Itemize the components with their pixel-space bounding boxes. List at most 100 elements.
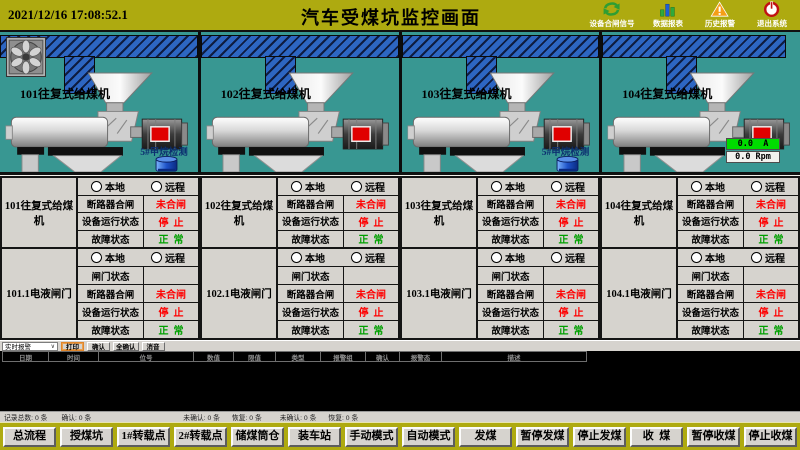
status-label: 故障状态 (78, 231, 144, 248)
feeder-control-block: 101往复式给煤机本地远程断路器合闸未合闸设备运行状态停 止故障状态正 常 (2, 178, 198, 249)
status-label: 设备运行状态 (678, 213, 744, 230)
control-column-104: 104往复式给煤机本地远程断路器合闸未合闸设备运行状态停 止故障状态正 常104… (600, 176, 800, 340)
remote-radio-label: 远程 (165, 250, 185, 265)
remote-radio-circle[interactable] (151, 181, 162, 192)
status-row: 故障状态正 常 (678, 321, 798, 338)
status-label: 闸门状态 (478, 267, 544, 284)
remote-radio-label: 远程 (365, 179, 385, 194)
device-close-signal-button[interactable]: 设备合闸信号 (582, 1, 642, 29)
remote-radio-circle[interactable] (551, 181, 562, 192)
remote-radio-circle[interactable] (751, 181, 762, 192)
remote-radio[interactable]: 远程 (751, 179, 785, 194)
remote-radio[interactable]: 远程 (151, 250, 185, 265)
status-label: 设备运行状态 (278, 303, 344, 320)
nav-button-3[interactable]: 2#转载点 (174, 427, 227, 447)
remote-radio-circle[interactable] (151, 252, 162, 263)
feeder-panel-102: 102往复式给煤机 (201, 32, 402, 172)
local-radio[interactable]: 本地 (91, 179, 125, 194)
remote-radio[interactable]: 远程 (551, 250, 585, 265)
exit-system-button[interactable]: 退出系统 (746, 1, 798, 29)
ceiling-beam (402, 35, 600, 58)
valve-name: 101.1电液闸门 (2, 249, 78, 338)
local-radio[interactable]: 本地 (491, 250, 525, 265)
alarm-status-item: 恢复: 0 条 (328, 412, 358, 422)
motor-meters: 0.0 A 0.0 Rpm (726, 138, 780, 164)
local-radio-circle[interactable] (491, 181, 502, 192)
nav-button-13[interactable]: 停止收煤 (744, 427, 797, 447)
status-value: 正 常 (744, 321, 798, 338)
remote-radio[interactable]: 远程 (551, 179, 585, 194)
page-title: 汽车受煤坑监控画面 (301, 4, 481, 30)
local-radio-circle[interactable] (91, 252, 102, 263)
status-label: 故障状态 (78, 321, 144, 338)
status-value: 正 常 (144, 231, 198, 248)
remote-radio[interactable]: 远程 (351, 250, 385, 265)
status-value: 正 常 (544, 231, 598, 248)
alarm-ack-all-button[interactable]: 全确认 (113, 342, 139, 351)
remote-radio-circle[interactable] (751, 252, 762, 263)
status-label: 故障状态 (678, 321, 744, 338)
nav-button-10[interactable]: 停止发煤 (573, 427, 626, 447)
nav-button-6[interactable]: 手动模式 (345, 427, 398, 447)
alarm-status-item: 未确认: 0 条 (183, 412, 220, 422)
local-radio[interactable]: 本地 (691, 250, 725, 265)
status-label: 设备运行状态 (278, 213, 344, 230)
remote-radio[interactable]: 远程 (751, 250, 785, 265)
remote-radio-circle[interactable] (351, 252, 362, 263)
alarm-mute-button[interactable]: 消音 (142, 342, 165, 351)
methane-sensor-icon (153, 155, 180, 172)
ceiling-beam (201, 35, 399, 58)
status-label: 断路器合闸 (678, 196, 744, 213)
local-radio[interactable]: 本地 (291, 179, 325, 194)
remote-radio-circle[interactable] (351, 181, 362, 192)
nav-button-5[interactable]: 装车站 (288, 427, 341, 447)
local-radio[interactable]: 本地 (291, 250, 325, 265)
local-radio-circle[interactable] (291, 181, 302, 192)
local-radio-circle[interactable] (491, 252, 502, 263)
local-radio[interactable]: 本地 (91, 250, 125, 265)
local-radio-label: 本地 (705, 179, 725, 194)
local-radio-label: 本地 (705, 250, 725, 265)
nav-button-4[interactable]: 储煤筒仓 (231, 427, 284, 447)
nav-button-7[interactable]: 自动模式 (402, 427, 455, 447)
data-report-button[interactable]: 数据报表 (642, 1, 694, 29)
mode-radio-row: 本地 远程 (678, 178, 798, 196)
local-radio-circle[interactable] (691, 252, 702, 263)
local-radio[interactable]: 本地 (691, 179, 725, 194)
nav-button-9[interactable]: 暂停发煤 (516, 427, 569, 447)
status-label: 故障状态 (278, 321, 344, 338)
remote-radio[interactable]: 远程 (351, 179, 385, 194)
mode-radio-row: 本地 远程 (478, 178, 598, 196)
status-row: 设备运行状态停 止 (78, 303, 198, 321)
local-radio-circle[interactable] (691, 181, 702, 192)
status-label: 断路器合闸 (278, 285, 344, 302)
methane-sensor-icon (554, 155, 581, 172)
status-value (544, 267, 598, 284)
history-alarm-button[interactable]: 历史报警 (694, 1, 746, 29)
local-radio[interactable]: 本地 (491, 179, 525, 194)
feeder-panel-101: 101往复式给煤机 5#甲烷检测 (0, 32, 201, 172)
control-column-101: 101往复式给煤机本地远程断路器合闸未合闸设备运行状态停 止故障状态正 常101… (0, 176, 200, 340)
status-row: 故障状态正 常 (278, 321, 398, 338)
nav-button-12[interactable]: 暂停收煤 (687, 427, 740, 447)
alarm-print-button[interactable]: 打印 (61, 342, 84, 351)
status-row: 故障状态正 常 (478, 321, 598, 338)
alarm-column-header: 报警态 (400, 351, 442, 362)
nav-button-0[interactable]: 总流程 (3, 427, 56, 447)
local-radio-label: 本地 (305, 250, 325, 265)
local-radio-circle[interactable] (91, 181, 102, 192)
alarm-ack-button[interactable]: 确认 (87, 342, 110, 351)
local-radio-circle[interactable] (291, 252, 302, 263)
status-value: 停 止 (744, 213, 798, 230)
nav-button-8[interactable]: 发煤 (459, 427, 512, 447)
warning-triangle-icon (710, 1, 729, 17)
remote-radio-circle[interactable] (551, 252, 562, 263)
remote-radio[interactable]: 远程 (151, 179, 185, 194)
status-row: 闸门状态 (478, 267, 598, 285)
alarm-column-header: 限值 (234, 351, 276, 362)
nav-button-11[interactable]: 收 煤 (630, 427, 683, 447)
nav-button-2[interactable]: 1#转载点 (117, 427, 170, 447)
status-value: 停 止 (544, 213, 598, 230)
nav-button-1[interactable]: 授煤坑 (60, 427, 113, 447)
alarm-filter-select[interactable]: 实时报警 ∨ (2, 342, 58, 351)
